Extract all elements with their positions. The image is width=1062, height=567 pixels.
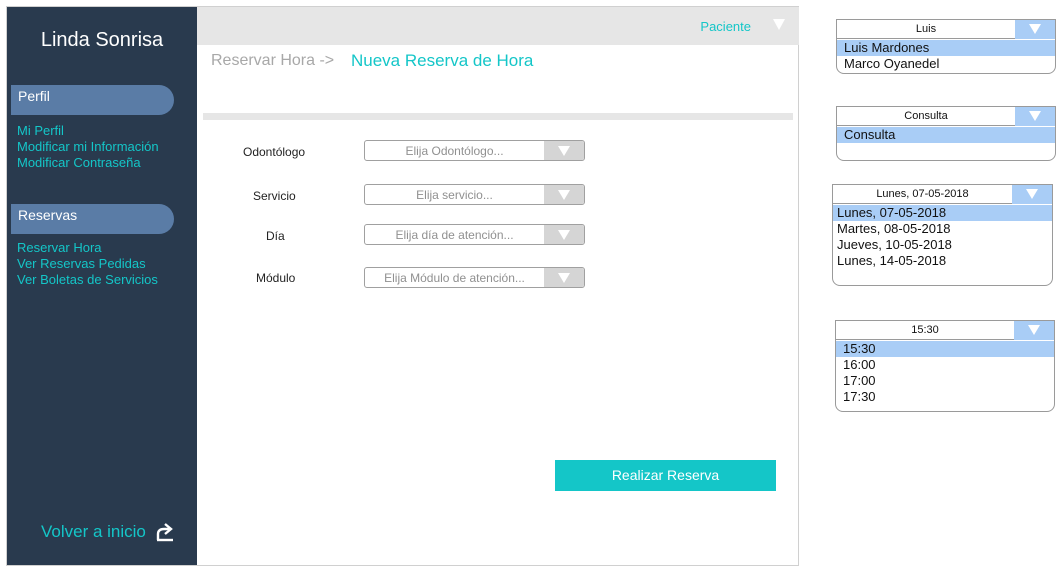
nav-reservar-hora[interactable]: Reservar Hora <box>17 240 102 256</box>
nav-ver-boletas[interactable]: Ver Boletas de Servicios <box>17 272 158 288</box>
label-odontologo: Odontólogo <box>243 145 306 159</box>
dropdown-header[interactable]: 15:30 <box>836 321 1054 340</box>
caret-down-icon <box>558 273 570 283</box>
dropdown-modulo-expanded[interactable]: 15:30 15:30 16:00 17:00 17:30 <box>835 320 1055 412</box>
dropdown-toggle[interactable] <box>1015 20 1055 39</box>
dropdown-option[interactable]: Luis Mardones <box>837 40 1055 56</box>
dropdown-header[interactable]: Consulta <box>837 107 1055 126</box>
submit-reservation-button[interactable]: Realizar Reserva <box>555 460 776 491</box>
user-role-menu[interactable]: Paciente <box>700 19 751 34</box>
select-servicio-toggle[interactable] <box>544 185 584 204</box>
nav-ver-reservas[interactable]: Ver Reservas Pedidas <box>17 256 146 272</box>
top-bar: Paciente <box>197 7 799 45</box>
dropdown-option[interactable]: 17:30 <box>836 389 1054 405</box>
brand-title: Linda Sonrisa <box>40 29 164 51</box>
dropdown-option[interactable]: Consulta <box>837 127 1055 143</box>
sidebar: Linda Sonrisa Perfil Mi Perfil Modificar… <box>7 7 197 565</box>
select-modulo-placeholder: Elija Módulo de atención... <box>384 271 525 285</box>
select-modulo[interactable]: Elija Módulo de atención... <box>364 267 585 288</box>
caret-down-icon <box>1026 189 1038 199</box>
select-servicio[interactable]: Elija servicio... <box>364 184 585 205</box>
section-reservas[interactable]: Reservas <box>11 204 174 234</box>
select-servicio-placeholder: Elija servicio... <box>416 188 493 202</box>
dropdown-servicio-expanded[interactable]: Consulta Consulta <box>836 106 1056 161</box>
nav-mi-perfil[interactable]: Mi Perfil <box>17 123 64 139</box>
nav-modificar-contrasena[interactable]: Modificar Contraseña <box>17 155 141 171</box>
select-odontologo-placeholder: Elija Odontólogo... <box>405 144 504 158</box>
dropdown-toggle[interactable] <box>1015 107 1055 126</box>
caret-down-icon <box>558 146 570 156</box>
dropdown-option[interactable]: Lunes, 07-05-2018 <box>833 205 1052 221</box>
return-arrow-icon <box>156 523 173 542</box>
select-odontologo-toggle[interactable] <box>544 141 584 160</box>
back-label: Volver a inicio <box>41 522 146 541</box>
caret-down-icon <box>558 230 570 240</box>
dropdown-selected-value: Luis <box>915 23 937 35</box>
caret-down-icon <box>558 190 570 200</box>
dropdown-selected-value: 15:30 <box>911 324 939 336</box>
label-modulo: Módulo <box>256 271 296 285</box>
page-title: Nueva Reserva de Hora <box>351 51 534 70</box>
caret-down-icon <box>1029 111 1041 121</box>
dropdown-odontologo-expanded[interactable]: Luis Luis Mardones Marco Oyanedel <box>836 19 1056 74</box>
dropdown-header[interactable]: Lunes, 07-05-2018 <box>833 185 1052 204</box>
caret-down-icon[interactable] <box>773 19 785 30</box>
dropdown-option[interactable]: Jueves, 10-05-2018 <box>833 237 1052 253</box>
dropdown-selected-value: Lunes, 07-05-2018 <box>876 188 969 200</box>
label-dia: Día <box>266 229 285 243</box>
select-dia-toggle[interactable] <box>544 225 584 244</box>
caret-down-icon <box>1028 325 1040 335</box>
app-frame: Linda Sonrisa Perfil Mi Perfil Modificar… <box>6 6 799 566</box>
dropdown-option[interactable]: 15:30 <box>836 341 1054 357</box>
breadcrumb-parent[interactable]: Reservar Hora -> <box>211 52 334 70</box>
nav-modificar-informacion[interactable]: Modificar mi Información <box>17 139 159 155</box>
divider <box>203 113 793 120</box>
dropdown-selected-value: Consulta <box>904 110 948 122</box>
select-dia-placeholder: Elija día de atención... <box>395 228 514 242</box>
dropdown-option[interactable]: 17:00 <box>836 373 1054 389</box>
back-to-home-link[interactable]: Volver a inicio <box>41 522 174 542</box>
dropdown-header[interactable]: Luis <box>837 20 1055 39</box>
dropdown-dia-expanded[interactable]: Lunes, 07-05-2018 Lunes, 07-05-2018 Mart… <box>832 184 1053 286</box>
dropdown-toggle[interactable] <box>1014 321 1054 340</box>
dropdown-option[interactable]: Lunes, 14-05-2018 <box>833 253 1052 269</box>
label-servicio: Servicio <box>253 189 296 203</box>
dropdown-option[interactable]: Marco Oyanedel <box>837 56 1055 72</box>
section-perfil[interactable]: Perfil <box>11 85 174 115</box>
select-odontologo[interactable]: Elija Odontólogo... <box>364 140 585 161</box>
select-dia[interactable]: Elija día de atención... <box>364 224 585 245</box>
select-modulo-toggle[interactable] <box>544 268 584 287</box>
dropdown-option[interactable]: 16:00 <box>836 357 1054 373</box>
dropdown-option[interactable]: Martes, 08-05-2018 <box>833 221 1052 237</box>
dropdown-toggle[interactable] <box>1012 185 1052 204</box>
caret-down-icon <box>1029 24 1041 34</box>
